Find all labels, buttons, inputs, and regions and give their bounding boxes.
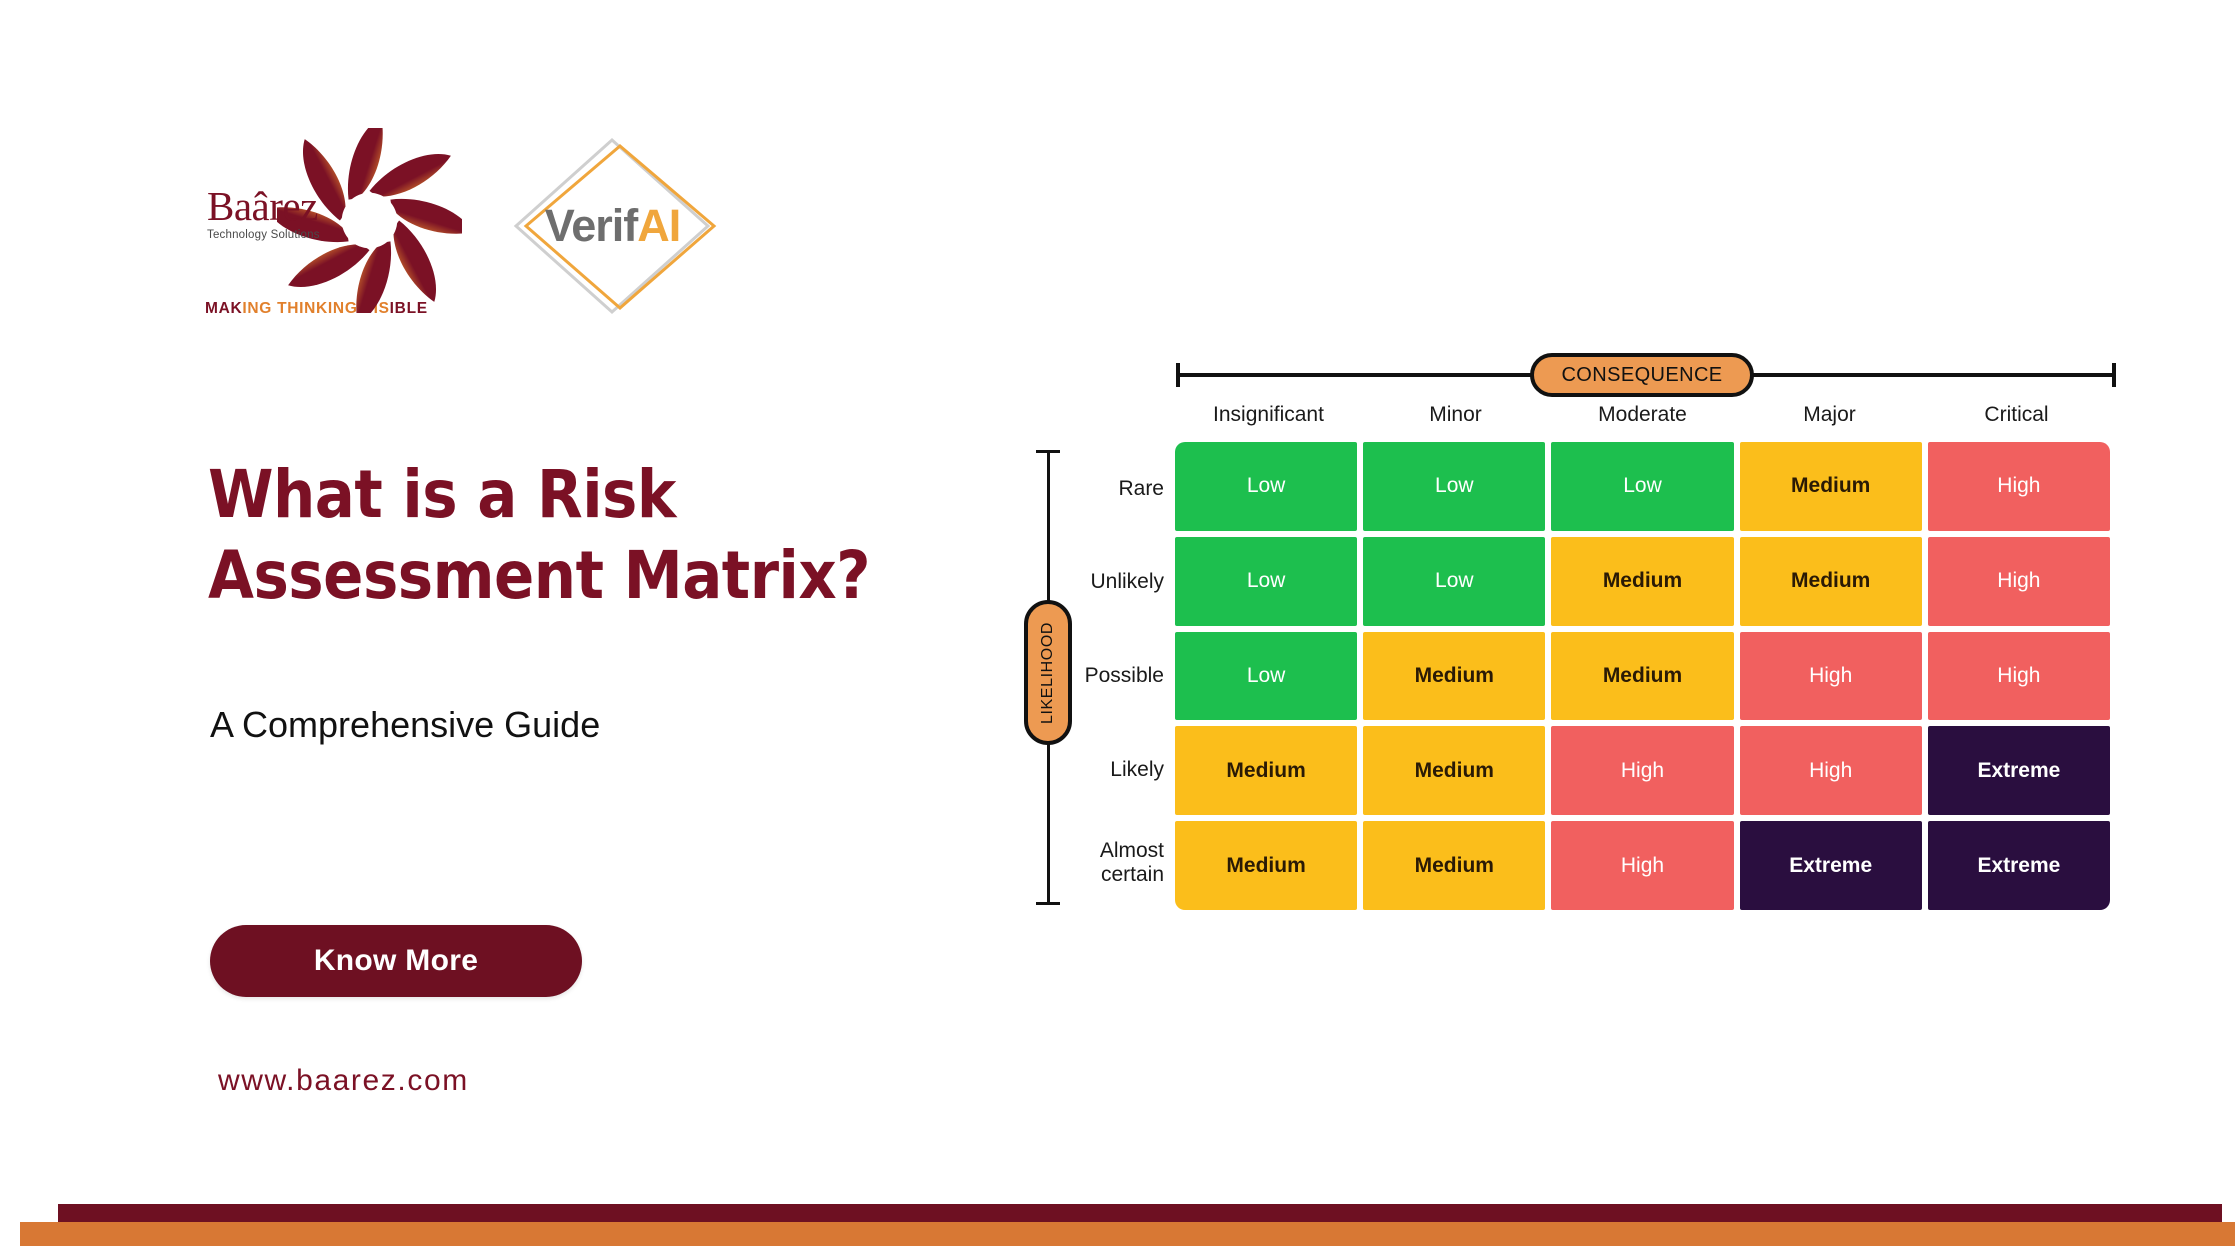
matrix-cell-likely-major: High [1739, 726, 1922, 816]
matrix-cell-rare-minor: Low [1363, 442, 1546, 531]
verifai-wordmark: Verif AI [500, 126, 725, 326]
matrix-cell-almost-certain-minor: Medium [1363, 821, 1546, 910]
row-labels: Rare Unlikely Possible Likely Almost cer… [1076, 442, 1166, 910]
matrix-cell-possible-insignificant: Low [1175, 631, 1358, 721]
column-header-insignificant: Insignificant [1213, 403, 1324, 426]
matrix-cell-unlikely-insignificant: Low [1175, 536, 1358, 626]
consequence-axis-label: CONSEQUENCE [1530, 353, 1754, 397]
know-more-button[interactable]: Know More [210, 925, 582, 997]
row-label-unlikely: Unlikely [1090, 570, 1164, 594]
likelihood-axis-label: LIKELIHOOD [1024, 600, 1072, 745]
row-label-rare: Rare [1118, 476, 1164, 500]
matrix-cell-rare-major: Medium [1739, 442, 1922, 531]
page-title: What is a Risk Assessment Matrix? [208, 456, 871, 614]
matrix-cell-possible-major: High [1739, 631, 1922, 721]
matrix-cell-possible-minor: Medium [1363, 631, 1546, 721]
tagline-segment-1: MAK [205, 300, 243, 317]
verifai-logo: Verif AI [500, 126, 725, 326]
baarez-name: Baârez [207, 183, 318, 229]
baarez-logo: Baârez Technology Solutions MAKING THINK… [205, 128, 465, 328]
matrix-cell-possible-moderate: Medium [1551, 631, 1734, 721]
matrix-cell-almost-certain-major: Extreme [1739, 821, 1922, 910]
risk-assessment-matrix: CONSEQUENCE Insignificant Minor Moderate… [1020, 345, 2130, 915]
website-url[interactable]: www.baarez.com [218, 1064, 469, 1098]
matrix-cell-almost-certain-insignificant: Medium [1175, 821, 1358, 910]
baarez-wordmark: Baârez Technology Solutions [207, 183, 320, 242]
matrix-cell-rare-critical: High [1927, 442, 2110, 531]
verifai-segment-1: Verif [544, 200, 639, 251]
column-header-moderate: Moderate [1598, 403, 1687, 426]
page-subtitle: A Comprehensive Guide [210, 704, 601, 745]
baarez-subtitle: Technology Solutions [207, 229, 320, 241]
matrix-cell-likely-insignificant: Medium [1175, 726, 1358, 816]
matrix-cell-almost-certain-critical: Extreme [1927, 821, 2110, 910]
footer-bar-maroon [58, 1204, 2222, 1223]
likelihood-axis-label-text: LIKELIHOOD [1039, 621, 1056, 724]
matrix-cell-unlikely-major: Medium [1739, 536, 1922, 626]
matrix-cell-likely-critical: Extreme [1927, 726, 2110, 816]
column-header-minor: Minor [1429, 403, 1482, 426]
matrix-cell-possible-critical: High [1927, 631, 2110, 721]
row-label-possible: Possible [1084, 663, 1164, 687]
row-label-likely: Likely [1110, 757, 1164, 781]
likelihood-axis-cap-top [1036, 450, 1060, 453]
matrix-cell-unlikely-critical: High [1927, 536, 2110, 626]
matrix-cell-likely-minor: Medium [1363, 726, 1546, 816]
verifai-segment-2: AI [637, 200, 681, 251]
matrix-cell-rare-moderate: Low [1551, 442, 1734, 531]
matrix-cell-unlikely-moderate: Medium [1551, 536, 1734, 626]
matrix-cell-unlikely-minor: Low [1363, 536, 1546, 626]
matrix-cell-almost-certain-moderate: High [1551, 821, 1734, 910]
matrix-cell-rare-insignificant: Low [1175, 442, 1358, 531]
column-headers: Insignificant Minor Moderate Major Criti… [1175, 403, 2110, 427]
column-header-critical: Critical [1984, 403, 2049, 426]
matrix-cell-likely-moderate: High [1551, 726, 1734, 816]
row-label-almost-certain: Almost certain [1099, 839, 1164, 887]
footer-bar-orange [20, 1222, 2235, 1246]
logo-row: Baârez Technology Solutions MAKING THINK… [205, 128, 725, 338]
likelihood-axis-cap-bottom [1036, 902, 1060, 905]
consequence-axis-cap-left [1176, 363, 1180, 387]
column-header-major: Major [1803, 403, 1856, 426]
consequence-axis-cap-right [2112, 363, 2116, 387]
matrix-cell-grid: Low Low Low Medium High Low Low Medium Medium Hig… [1175, 442, 2110, 910]
